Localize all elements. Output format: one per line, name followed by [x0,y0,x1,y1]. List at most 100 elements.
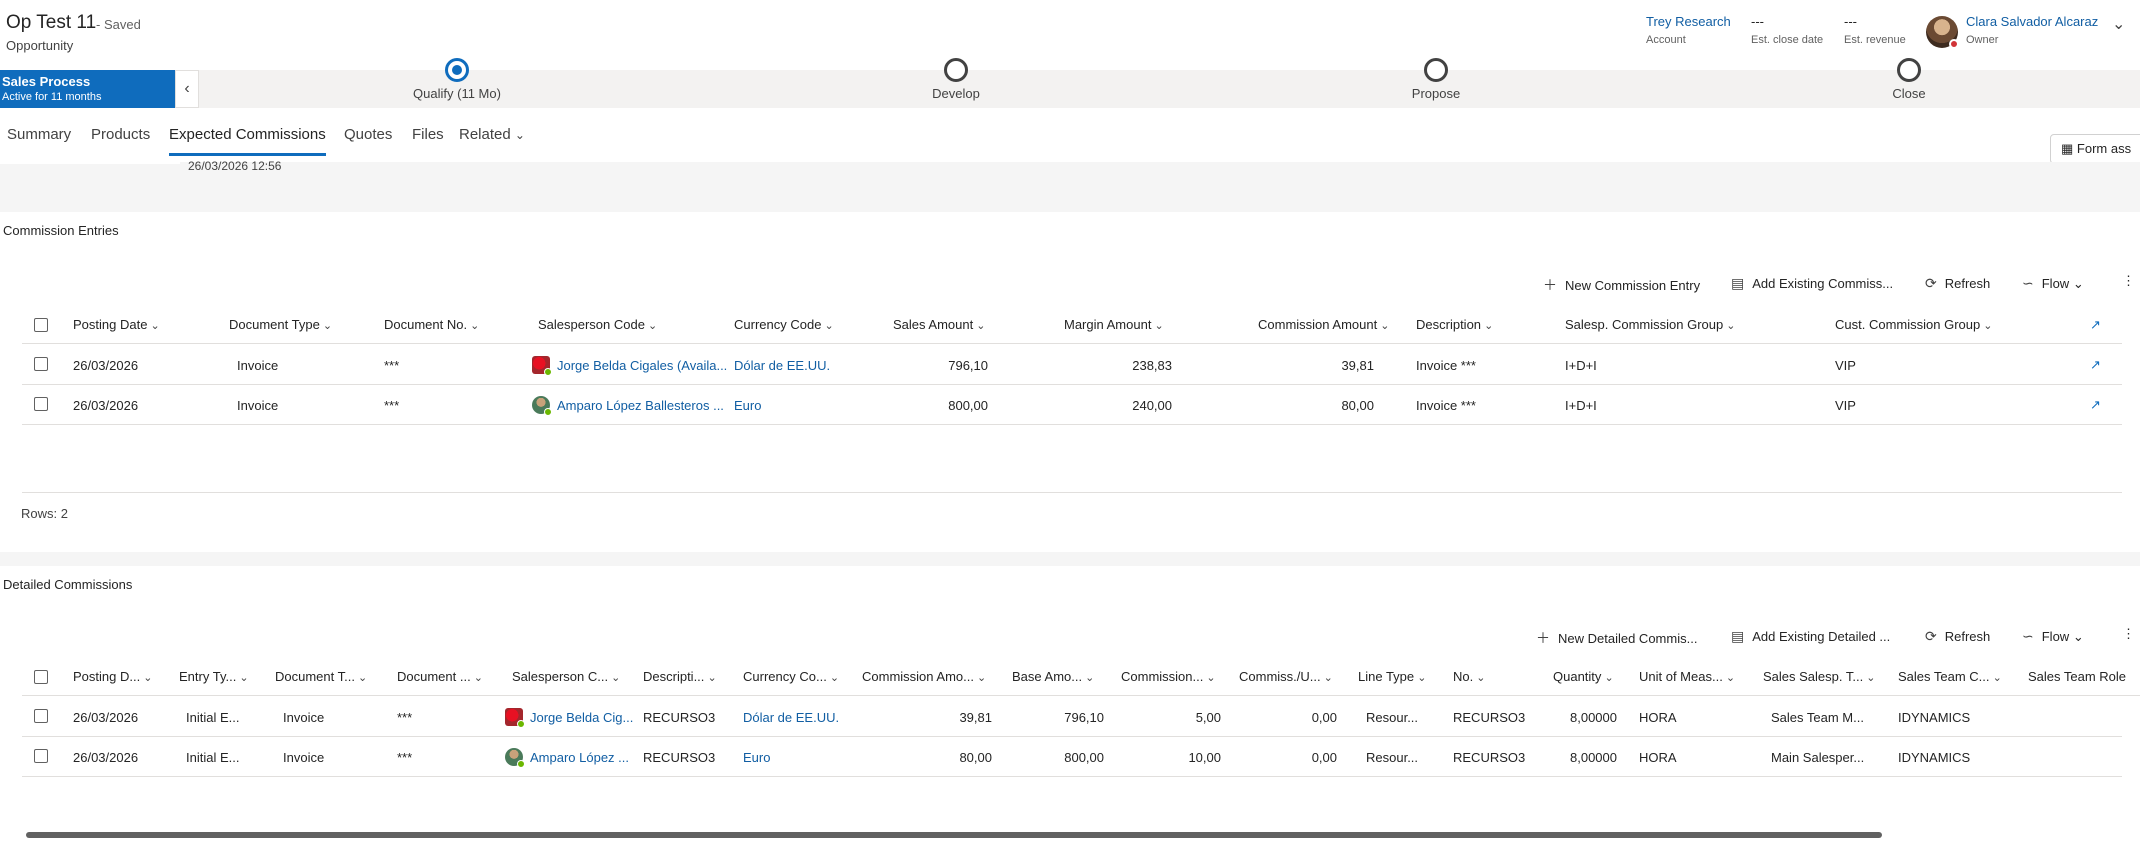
column-header[interactable]: Commission Amo... [862,669,986,684]
column-header[interactable]: Descripti... [643,669,717,684]
column-header[interactable]: Currency Co... [743,669,839,684]
horizontal-scrollbar[interactable] [26,832,1882,838]
form-assist-label: Form ass [2076,141,2132,156]
row-checkbox[interactable] [34,709,48,723]
tab-expected-commissions[interactable]: Expected Commissions [169,126,326,156]
column-header[interactable]: Salesperson C... [512,669,620,684]
currency-link[interactable]: Dólar de EE.UU. [743,710,839,725]
table-row[interactable]: 26/03/2026 Initial E... Invoice *** Jorg… [22,697,2122,737]
table-row[interactable]: 26/03/2026 Invoice *** Amparo López Ball… [22,385,2122,425]
column-header[interactable]: Commission Amount [1258,317,1390,332]
salesperson-link[interactable]: Jorge Belda Cigales (Availa... [557,358,727,373]
select-all-checkbox[interactable] [34,670,48,684]
column-header[interactable]: Quantity [1553,669,1614,684]
more-commands-icon[interactable]: ⋮ [2122,626,2135,642]
tab-summary[interactable]: Summary [7,126,71,153]
avatar [505,708,525,728]
column-header[interactable]: Document No. [384,317,479,332]
owner-avatar[interactable] [1926,16,1959,49]
refresh-button[interactable]: ⟳ Refresh [1925,628,1990,645]
stage-circle-icon [944,58,968,82]
cell-document-type: Invoice [283,710,325,725]
flow-button[interactable]: ∽ Flow ⌄ [2022,628,2084,645]
presence-available-icon [544,408,552,416]
cell-margin-amount: 240,00 [1132,398,1172,413]
new-commission-entry-button[interactable]: ＋ New Commission Entry [1543,275,1700,295]
cell-document-no: *** [384,398,400,413]
column-header[interactable]: Document T... [275,669,367,684]
column-header[interactable]: Sales Amount [893,317,986,332]
open-record-icon[interactable]: ↗ [2090,357,2101,373]
grid-header: Posting D... Entry Ty... Document T... D… [22,658,2140,696]
column-header[interactable]: Sales Team C... [1898,669,2002,684]
salesperson-link[interactable]: Jorge Belda Cig... [530,710,642,725]
flow-button[interactable]: ∽ Flow ⌄ [2022,275,2084,292]
column-header[interactable]: Cust. Commission Group [1835,317,1993,332]
column-header[interactable]: Document ... [397,669,483,684]
stage-qualify[interactable]: Qualify (11 Mo) [397,58,517,101]
column-header[interactable]: Salesperson Code [538,317,657,332]
cell-commission-amount: 80,00 [1341,398,1374,413]
process-name-panel[interactable]: Sales Process Active for 11 months [0,70,175,108]
table-row[interactable]: 26/03/2026 Initial E... Invoice *** Ampa… [22,737,2122,777]
column-header[interactable]: Posting D... [73,669,152,684]
cell-document-no: *** [397,750,413,765]
refresh-icon: ⟳ [1925,628,1937,644]
open-record-icon[interactable]: ↗ [2090,397,2101,413]
chevron-down-icon[interactable]: ⌄ [2112,14,2125,34]
currency-link[interactable]: Euro [734,398,761,413]
column-header[interactable]: Line Type [1358,669,1426,684]
divider [22,492,2122,493]
more-commands-icon[interactable]: ⋮ [2122,273,2135,289]
tab-products[interactable]: Products [91,126,150,153]
row-checkbox[interactable] [34,357,48,371]
open-icon[interactable]: ↗ [2090,317,2101,333]
owner-link[interactable]: Clara Salvador Alcaraz [1966,14,2098,29]
stage-circle-icon [1424,58,1448,82]
account-link[interactable]: Trey Research [1646,14,1731,29]
stage-propose[interactable]: Propose [1376,58,1496,101]
column-header[interactable]: Commiss./U... [1239,669,1333,684]
select-all-checkbox[interactable] [34,318,48,332]
process-name: Sales Process [2,74,91,89]
currency-link[interactable]: Dólar de EE.UU. [734,358,830,373]
currency-link[interactable]: Euro [743,750,770,765]
column-header[interactable]: Posting Date [73,317,160,332]
salesperson-link[interactable]: Amparo López ... [530,750,642,765]
row-checkbox[interactable] [34,749,48,763]
column-header[interactable]: Unit of Meas... [1639,669,1735,684]
chevron-left-icon[interactable]: ‹ [175,70,199,108]
column-header[interactable]: Base Amo... [1012,669,1094,684]
column-header[interactable]: Salesp. Commission Group [1565,317,1736,332]
button-label: Flow [2041,276,2070,291]
cell-cust-group: VIP [1835,398,1856,413]
column-header[interactable]: No. [1453,669,1486,684]
column-header[interactable]: Sales Team Role [2028,669,2126,684]
column-header[interactable]: Commission... [1121,669,1216,684]
cell-document-type: Invoice [283,750,325,765]
column-header[interactable]: Document Type [229,317,332,332]
add-existing-detailed-button[interactable]: ▤ Add Existing Detailed ... [1731,628,1890,645]
tab-quotes[interactable]: Quotes [344,126,392,153]
add-existing-commission-button[interactable]: ▤ Add Existing Commiss... [1731,275,1893,292]
salesperson-link[interactable]: Amparo López Ballesteros ... [557,398,727,413]
new-detailed-commission-button[interactable]: ＋ New Detailed Commis... [1536,628,1697,648]
button-label: Flow [2041,629,2070,644]
tab-related[interactable]: Related ⌄ [459,126,525,153]
refresh-button[interactable]: ⟳ Refresh [1925,275,1990,292]
cell-base-amount: 796,10 [1064,710,1104,725]
detailed-commissions-section: Detailed Commissions ＋ New Detailed Commi… [0,566,2140,848]
column-header[interactable]: Sales Salesp. T... [1763,669,1876,684]
column-header[interactable]: Currency Code [734,317,834,332]
stage-close[interactable]: Close [1849,58,1969,101]
stage-develop[interactable]: Develop [896,58,1016,101]
row-checkbox[interactable] [34,397,48,411]
form-assist-button[interactable]: ▦ Form ass [2050,134,2140,164]
flow-icon: ∽ [2022,628,2034,644]
table-row[interactable]: 26/03/2026 Invoice *** Jorge Belda Cigal… [22,345,2122,385]
column-header[interactable]: Entry Ty... [179,669,249,684]
column-header[interactable]: Margin Amount [1064,317,1164,332]
plus-icon: ＋ [1543,277,1557,293]
tab-files[interactable]: Files [412,126,444,153]
column-header[interactable]: Description [1416,317,1493,332]
